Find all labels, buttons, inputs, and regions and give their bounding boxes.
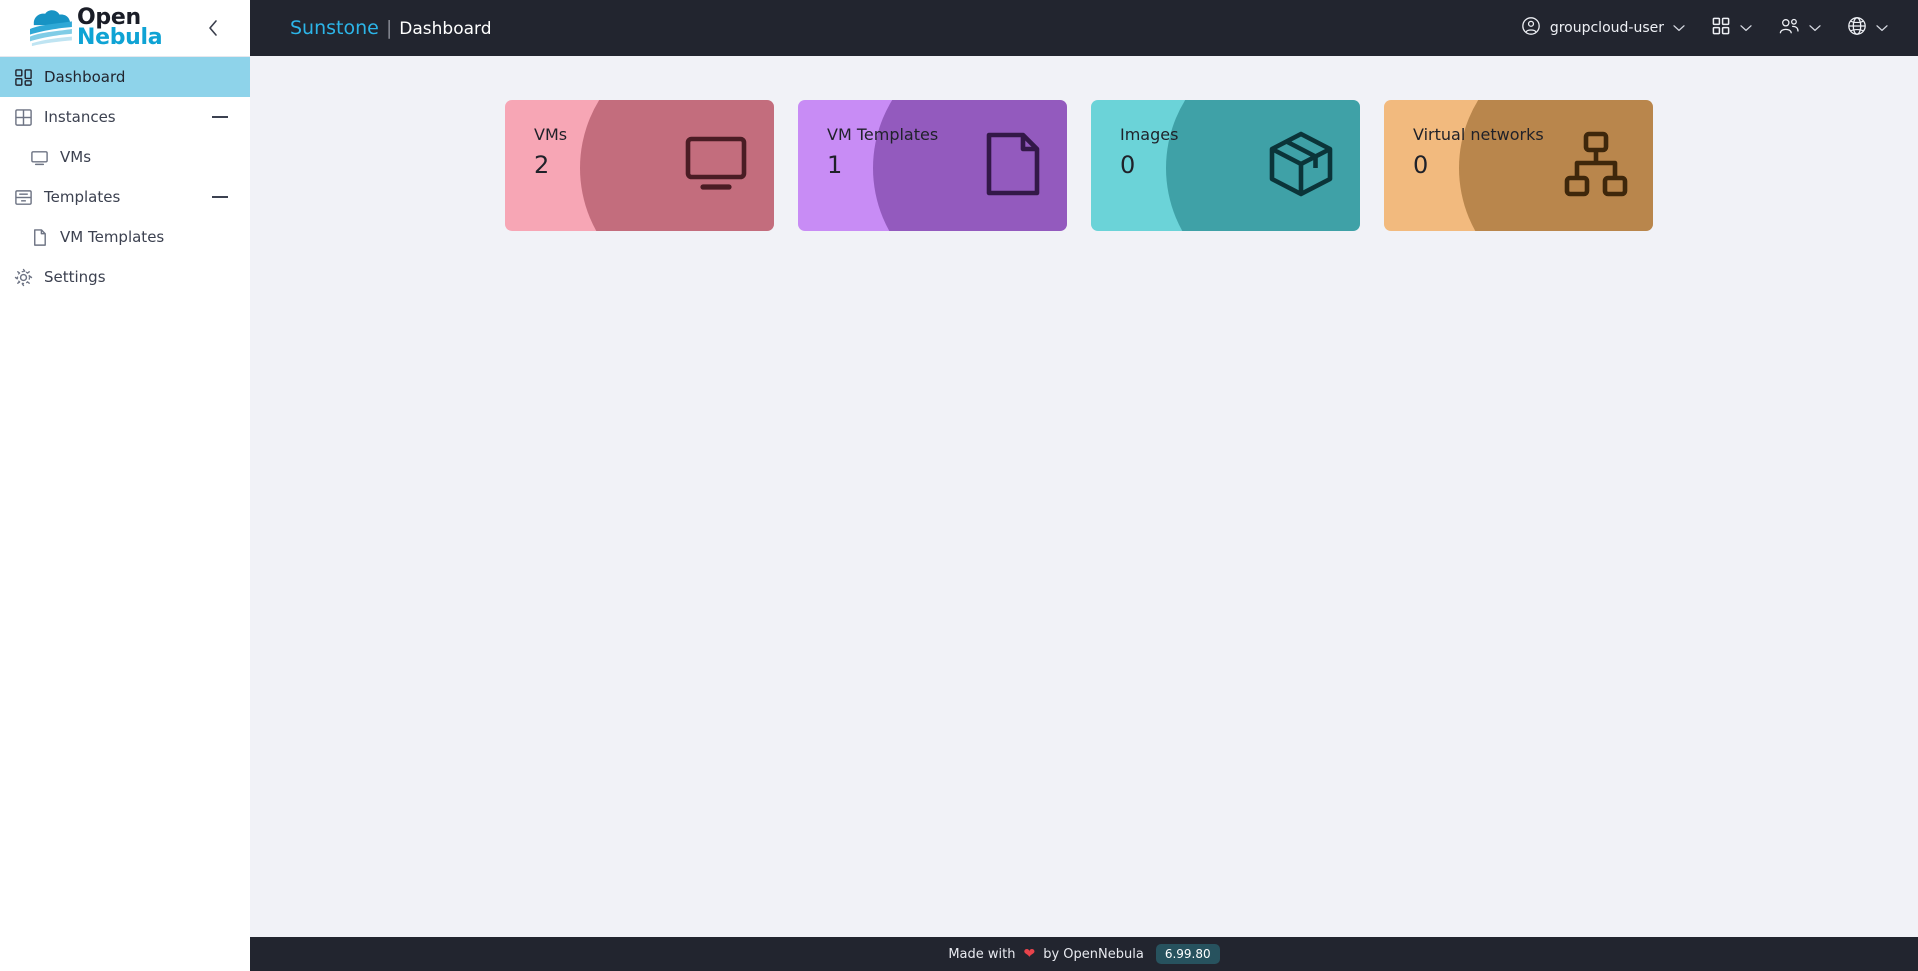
summary-card-vm-templates[interactable]: VM Templates 1 xyxy=(798,100,1067,231)
sidebar-item-label: Instances xyxy=(44,108,116,126)
logo-wordmark: Open Nebula xyxy=(77,6,163,50)
heart-icon: ❤ xyxy=(1023,946,1036,962)
user-menu-button[interactable]: groupcloud-user xyxy=(1521,16,1685,40)
summary-cards: VMs 2 VM Templates 1 Images 0 Virtual ne… xyxy=(250,100,1918,231)
sidebar-item-label: VMs xyxy=(60,148,92,166)
sidebar-item-label: Dashboard xyxy=(44,68,126,86)
sidebar-item-vm-templates[interactable]: VM Templates xyxy=(0,217,250,257)
header-actions: groupcloud-user xyxy=(1521,16,1888,40)
monitor-icon xyxy=(682,135,750,197)
collapse-minus-icon[interactable] xyxy=(212,116,228,118)
opennebula-logo[interactable]: Open Nebula xyxy=(28,6,163,50)
summary-card-virtual-networks[interactable]: Virtual networks 0 xyxy=(1384,100,1653,231)
zone-menu-button[interactable] xyxy=(1847,16,1888,40)
apps-menu-button[interactable] xyxy=(1711,16,1752,40)
archive-icon xyxy=(14,188,44,207)
sidebar-collapse-button[interactable] xyxy=(202,17,224,39)
footer-made-with: Made with xyxy=(948,946,1016,962)
main-area: Sunstone | Dashboard groupcloud-user VMs… xyxy=(250,0,1918,971)
sidebar-item-label: VM Templates xyxy=(60,228,165,246)
version-badge: 6.99.80 xyxy=(1155,944,1220,964)
logo-text-nebula: Nebula xyxy=(77,25,163,50)
dashboard-icon xyxy=(14,68,44,87)
app-name: Sunstone xyxy=(290,17,379,39)
user-name-label: groupcloud-user xyxy=(1549,20,1664,36)
sidebar-nav: Dashboard Instances VMs Templates VM Tem… xyxy=(0,57,250,297)
globe-icon xyxy=(1847,16,1867,40)
chevron-left-icon xyxy=(209,20,217,36)
sidebar-item-label: Templates xyxy=(44,188,121,206)
people-icon xyxy=(1778,16,1800,40)
sidebar-item-settings[interactable]: Settings xyxy=(0,257,250,297)
sidebar: Open Nebula Dashboard Instances VMs Temp… xyxy=(0,0,250,971)
sidebar-item-vms[interactable]: VMs xyxy=(0,137,250,177)
page-name: Dashboard xyxy=(399,19,492,39)
box-icon xyxy=(1266,130,1336,202)
page-title: Sunstone | Dashboard xyxy=(290,17,492,39)
file-icon xyxy=(983,131,1043,201)
sidebar-item-templates[interactable]: Templates xyxy=(0,177,250,217)
chevron-down-icon xyxy=(1809,20,1821,36)
apps-grid-icon xyxy=(1711,16,1731,40)
sidebar-item-dashboard[interactable]: Dashboard xyxy=(0,57,250,97)
grid-icon xyxy=(14,108,44,127)
title-separator: | xyxy=(385,17,393,39)
monitor-icon xyxy=(30,148,60,167)
chevron-down-icon xyxy=(1740,20,1752,36)
footer-by: by OpenNebula xyxy=(1043,946,1144,962)
file-icon xyxy=(30,228,60,247)
summary-card-vms[interactable]: VMs 2 xyxy=(505,100,774,231)
group-menu-button[interactable] xyxy=(1778,16,1821,40)
sidebar-item-instances[interactable]: Instances xyxy=(0,97,250,137)
app-root: Open Nebula Dashboard Instances VMs Temp… xyxy=(0,0,1918,971)
opennebula-cloud-logo-icon xyxy=(30,10,72,47)
top-header: Sunstone | Dashboard groupcloud-user xyxy=(250,0,1918,56)
chevron-down-icon xyxy=(1876,20,1888,36)
dashboard-content: VMs 2 VM Templates 1 Images 0 Virtual ne… xyxy=(250,56,1918,971)
footer: Made with ❤ by OpenNebula 6.99.80 xyxy=(250,937,1918,971)
network-icon xyxy=(1563,131,1629,201)
collapse-minus-icon[interactable] xyxy=(212,196,228,198)
sidebar-header: Open Nebula xyxy=(0,0,250,56)
gear-icon xyxy=(14,268,44,287)
chevron-down-icon xyxy=(1673,20,1685,36)
user-circle-icon xyxy=(1521,16,1541,40)
summary-card-images[interactable]: Images 0 xyxy=(1091,100,1360,231)
sidebar-item-label: Settings xyxy=(44,268,106,286)
